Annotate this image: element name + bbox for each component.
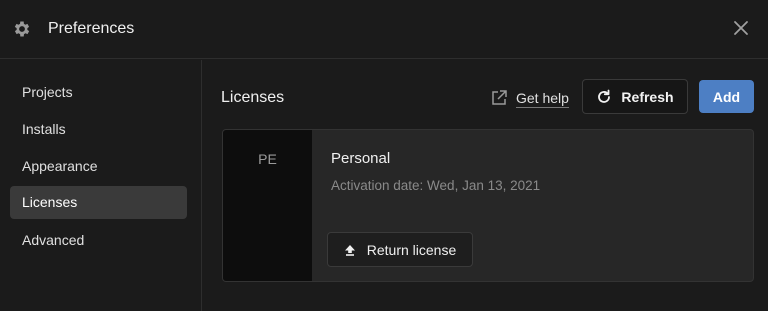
license-badge: PE <box>223 130 312 281</box>
sidebar-item-appearance[interactable]: Appearance <box>10 150 187 183</box>
sidebar-item-licenses[interactable]: Licenses <box>10 186 187 219</box>
return-license-button[interactable]: Return license <box>327 232 473 267</box>
license-card: PE Personal Activation date: Wed, Jan 13… <box>222 129 754 282</box>
refresh-button[interactable]: Refresh <box>582 79 688 114</box>
gear-icon <box>12 19 32 39</box>
page-title: Licenses <box>221 89 285 106</box>
refresh-label: Refresh <box>621 88 674 105</box>
title-bar: Preferences <box>0 0 768 59</box>
close-icon[interactable] <box>731 18 751 38</box>
sidebar-item-projects[interactable]: Projects <box>10 76 187 109</box>
license-name: Personal <box>331 150 391 167</box>
get-help-label: Get help <box>516 89 569 108</box>
sidebar-item-installs[interactable]: Installs <box>10 113 187 146</box>
return-license-label: Return license <box>366 241 457 258</box>
add-button[interactable]: Add <box>699 80 754 113</box>
license-abbreviation: PE <box>258 151 277 167</box>
upload-arrow-icon <box>344 244 355 256</box>
refresh-icon <box>598 89 611 103</box>
main-panel: Licenses Get help Refresh Add PE Persona… <box>203 60 768 311</box>
get-help-link[interactable]: Get help <box>490 86 569 110</box>
sidebar-item-advanced[interactable]: Advanced <box>10 224 187 257</box>
activation-date: Activation date: Wed, Jan 13, 2021 <box>331 178 541 193</box>
external-link-icon <box>492 90 507 105</box>
sidebar: Projects Installs Appearance Licenses Ad… <box>0 60 202 311</box>
window-title: Preferences <box>48 20 135 37</box>
